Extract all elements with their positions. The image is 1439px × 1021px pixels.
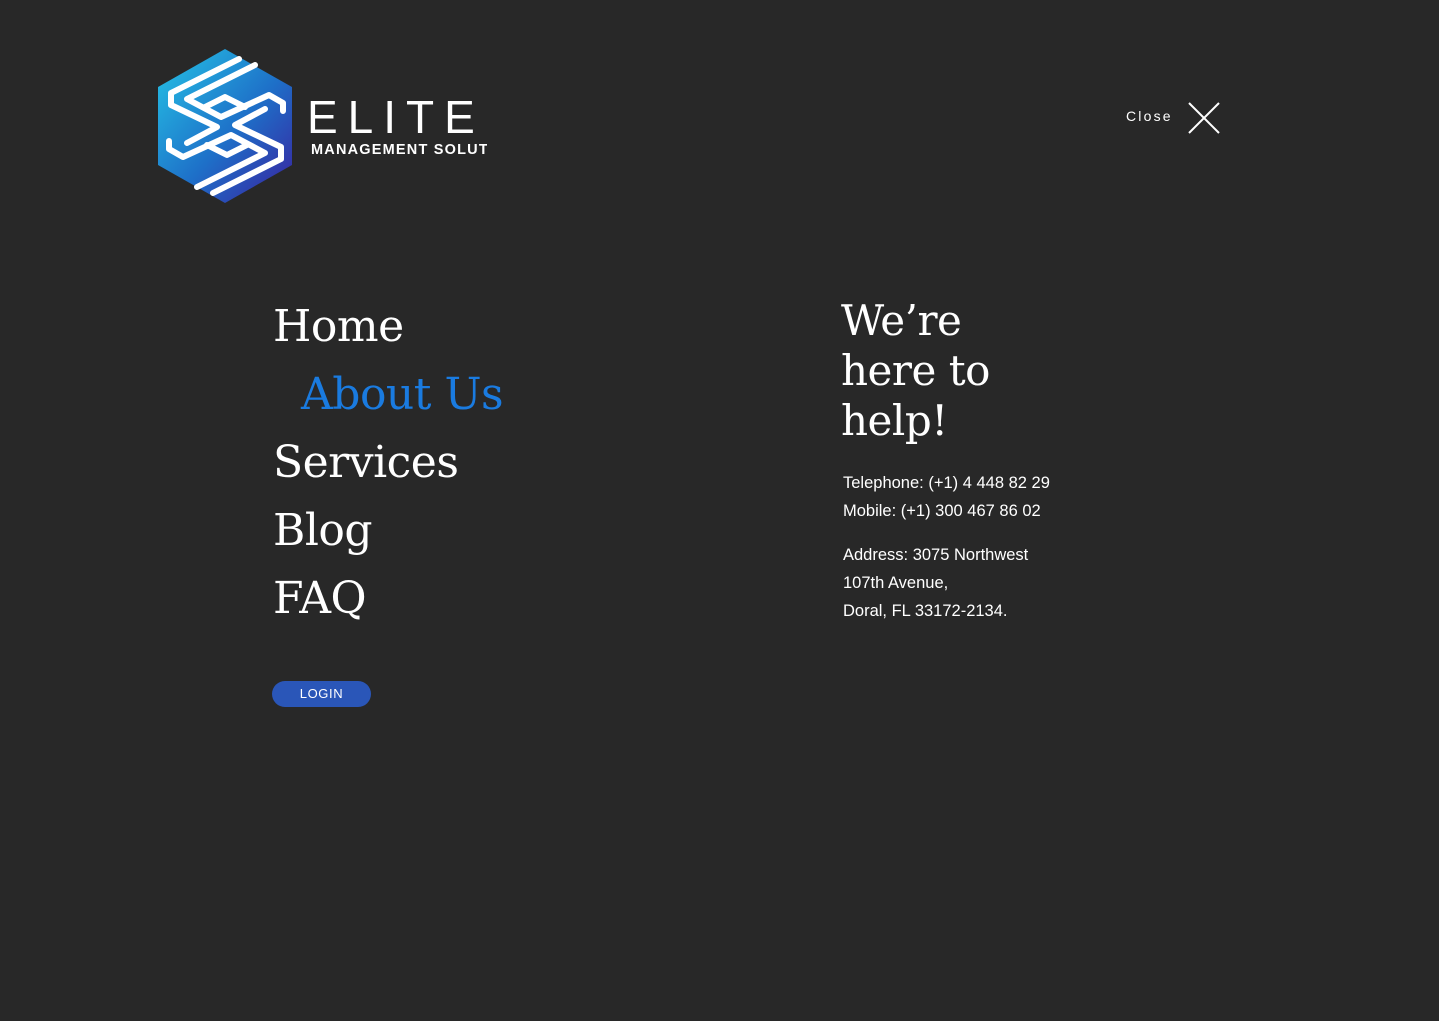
logo-tagline: MANAGEMENT SOLUTION: [311, 142, 487, 158]
elite-logo[interactable]: ELITE MANAGEMENT SOLUTION: [157, 47, 487, 205]
hexagon-mark: [158, 49, 292, 203]
mobile-text: Mobile: (+1) 300 467 86 02: [843, 502, 1041, 520]
help-heading: We’re here to help!: [841, 296, 990, 446]
logo-wordmark: ELITE: [307, 91, 485, 143]
help-heading-line: help!: [841, 396, 948, 445]
logo-graphic: ELITE MANAGEMENT SOLUTION: [158, 49, 487, 203]
login-button[interactable]: LOGIN: [272, 681, 371, 707]
main-nav: Home About Us Services Blog FAQ: [273, 293, 504, 633]
nav-item-blog[interactable]: Blog: [273, 497, 503, 565]
nav-item-services[interactable]: Services: [273, 429, 503, 497]
nav-item-faq[interactable]: FAQ: [273, 565, 503, 633]
help-heading-line: here to: [841, 346, 990, 395]
address-line: Address: 3075 Northwest: [843, 546, 1029, 564]
contact-info: Telephone: (+1) 4 448 82 29 Mobile: (+1)…: [843, 469, 1050, 625]
close-menu-button[interactable]: Close: [1126, 99, 1221, 137]
close-label: Close: [1126, 108, 1173, 124]
telephone-text: Telephone: (+1) 4 448 82 29: [843, 474, 1050, 492]
nav-item-home[interactable]: Home: [273, 293, 503, 361]
address-line: Doral, FL 33172-2134.: [843, 602, 1008, 620]
address-line: 107th Avenue,: [843, 574, 949, 592]
help-heading-line: We’re: [841, 296, 962, 345]
nav-item-about-us[interactable]: About Us: [273, 361, 504, 429]
address-block: Address: 3075 Northwest 107th Avenue, Do…: [843, 541, 1050, 625]
close-icon[interactable]: [1187, 101, 1221, 135]
